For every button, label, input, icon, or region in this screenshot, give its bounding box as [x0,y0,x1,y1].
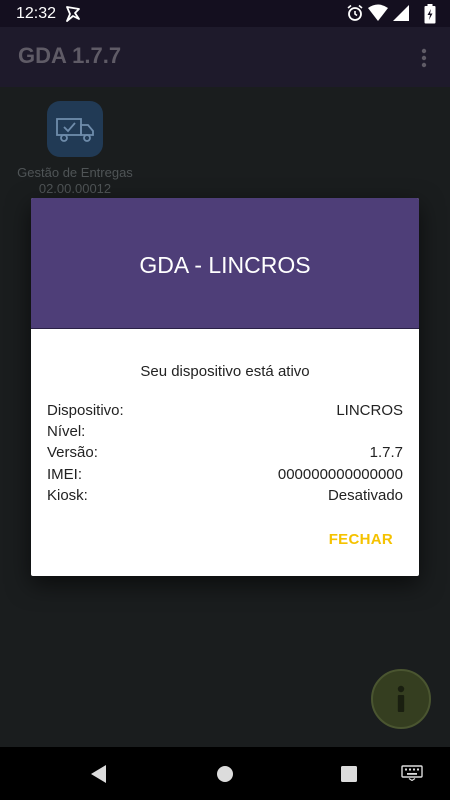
info-value: 000000000000000 [277,466,403,483]
app-bar: GDA 1.7.7 [0,27,450,87]
info-row-dispositivo: Dispositivo: LINCROS [47,402,403,423]
navigation-app-icon [66,6,80,22]
info-label: Dispositivo: [47,402,124,419]
device-status-dialog: GDA - LINCROS Seu dispositivo está ativo… [31,198,419,576]
app-launcher-version: 02.00.00012 [38,181,112,196]
navigation-bar [0,747,450,800]
info-label: Kiosk: [47,487,88,504]
info-label: IMEI: [47,466,83,483]
more-vert-icon[interactable] [412,46,436,70]
info-value: LINCROS [336,402,403,419]
info-value: 1.7.7 [369,444,403,461]
info-label: Nível: [47,423,86,440]
info-value: Desativado [327,487,403,504]
status-time: 12:32 [16,5,57,22]
keyboard-icon[interactable] [401,765,423,781]
back-icon[interactable] [88,763,110,785]
dialog-message: Seu dispositivo está ativo [140,363,310,380]
info-icon [397,685,405,712]
dialog-title: GDA - LINCROS [139,252,311,278]
recents-icon[interactable] [340,765,358,783]
wifi-icon [368,4,388,21]
app-title: GDA 1.7.7 [18,43,122,68]
delivery-truck-icon [56,118,94,142]
dialog-header: GDA - LINCROS [31,198,419,329]
app-launcher-icon [47,101,103,157]
info-row-kiosk: Kiosk: Desativado [47,487,403,508]
close-button[interactable]: FECHAR [329,531,393,548]
home-icon[interactable] [216,765,234,783]
info-row-imei: IMEI: 000000000000000 [47,466,403,487]
info-label: Versão: [47,444,98,461]
alarm-icon [347,4,363,21]
signal-icon [393,5,409,21]
status-bar: 12:32 [0,0,450,27]
info-fab-button[interactable] [371,669,431,729]
app-launcher-label: Gestão de Entregas [17,165,133,180]
battery-icon [424,4,436,24]
app-launcher-gestao-de-entregas[interactable]: Gestão de Entregas 02.00.00012 [12,101,138,197]
info-row-nivel: Nível: [47,423,403,444]
info-row-versao: Versão: 1.7.7 [47,444,403,465]
